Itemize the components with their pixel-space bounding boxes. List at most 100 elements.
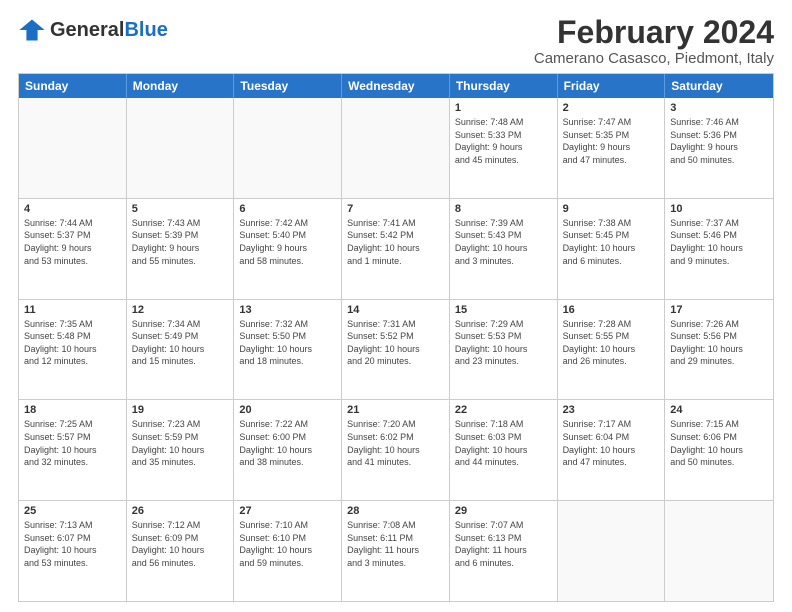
week-row: 4 Sunrise: 7:44 AMSunset: 5:37 PMDaylight… bbox=[19, 199, 773, 300]
day-number: 19 bbox=[132, 404, 229, 416]
day-cell: 9 Sunrise: 7:38 AMSunset: 5:45 PMDaylight… bbox=[558, 199, 666, 299]
day-cell: 15Sunrise: 7:29 AMSunset: 5:53 PMDayligh… bbox=[450, 300, 558, 400]
day-cell bbox=[234, 98, 342, 198]
day-info: Sunrise: 7:28 AMSunset: 5:55 PMDaylight:… bbox=[563, 318, 660, 368]
day-number: 28 bbox=[347, 505, 444, 517]
logo-text: GeneralBlue bbox=[50, 19, 168, 41]
day-cell: 20 Sunrise: 7:22 AMSunset: 6:00 PMDayligh… bbox=[234, 400, 342, 500]
day-info: Sunrise: 7:20 AMSunset: 6:02 PMDaylight:… bbox=[347, 418, 444, 468]
day-number: 14 bbox=[347, 304, 444, 316]
day-number: 21 bbox=[347, 404, 444, 416]
day-info: Sunrise: 7:31 AMSunset: 5:52 PMDaylight:… bbox=[347, 318, 444, 368]
day-cell: 26Sunrise: 7:12 AMSunset: 6:09 PMDayligh… bbox=[127, 501, 235, 601]
day-cell: 11 Sunrise: 7:35 AMSunset: 5:48 PMDayligh… bbox=[19, 300, 127, 400]
day-number: 17 bbox=[670, 304, 768, 316]
day-info: Sunrise: 7:23 AMSunset: 5:59 PMDaylight:… bbox=[132, 418, 229, 468]
day-cell: 21 Sunrise: 7:20 AMSunset: 6:02 PMDayligh… bbox=[342, 400, 450, 500]
calendar-body: 1Sunrise: 7:48 AMSunset: 5:33 PMDaylight… bbox=[19, 98, 773, 601]
day-number: 5 bbox=[132, 203, 229, 215]
day-cell bbox=[127, 98, 235, 198]
day-headers: SundayMondayTuesdayWednesdayThursdayFrid… bbox=[19, 74, 773, 98]
day-info: Sunrise: 7:38 AMSunset: 5:45 PMDaylight:… bbox=[563, 217, 660, 267]
day-cell bbox=[342, 98, 450, 198]
day-cell: 19 Sunrise: 7:23 AMSunset: 5:59 PMDayligh… bbox=[127, 400, 235, 500]
day-info: Sunrise: 7:43 AMSunset: 5:39 PMDaylight:… bbox=[132, 217, 229, 267]
day-number: 8 bbox=[455, 203, 552, 215]
day-number: 11 bbox=[24, 304, 121, 316]
day-number: 10 bbox=[670, 203, 768, 215]
day-header: Tuesday bbox=[234, 74, 342, 98]
day-header: Wednesday bbox=[342, 74, 450, 98]
day-cell: 7 Sunrise: 7:41 AMSunset: 5:42 PMDaylight… bbox=[342, 199, 450, 299]
day-cell: 29Sunrise: 7:07 AMSunset: 6:13 PMDayligh… bbox=[450, 501, 558, 601]
day-info: Sunrise: 7:07 AMSunset: 6:13 PMDaylight:… bbox=[455, 519, 552, 569]
header-row: GeneralBlue February 2024 Camerano Casas… bbox=[18, 16, 774, 67]
calendar: SundayMondayTuesdayWednesdayThursdayFrid… bbox=[18, 73, 774, 602]
day-number: 3 bbox=[670, 102, 768, 114]
day-header: Monday bbox=[127, 74, 235, 98]
day-cell: 6 Sunrise: 7:42 AMSunset: 5:40 PMDaylight… bbox=[234, 199, 342, 299]
day-number: 26 bbox=[132, 505, 229, 517]
day-header: Sunday bbox=[19, 74, 127, 98]
day-info: Sunrise: 7:17 AMSunset: 6:04 PMDaylight:… bbox=[563, 418, 660, 468]
day-header: Friday bbox=[558, 74, 666, 98]
day-info: Sunrise: 7:42 AMSunset: 5:40 PMDaylight:… bbox=[239, 217, 336, 267]
day-cell: 28Sunrise: 7:08 AMSunset: 6:11 PMDayligh… bbox=[342, 501, 450, 601]
day-number: 18 bbox=[24, 404, 121, 416]
day-info: Sunrise: 7:35 AMSunset: 5:48 PMDaylight:… bbox=[24, 318, 121, 368]
title-area: February 2024 Camerano Casasco, Piedmont… bbox=[534, 16, 774, 67]
day-info: Sunrise: 7:32 AMSunset: 5:50 PMDaylight:… bbox=[239, 318, 336, 368]
day-number: 27 bbox=[239, 505, 336, 517]
day-cell: 12 Sunrise: 7:34 AMSunset: 5:49 PMDayligh… bbox=[127, 300, 235, 400]
day-info: Sunrise: 7:15 AMSunset: 6:06 PMDaylight:… bbox=[670, 418, 768, 468]
week-row: 25Sunrise: 7:13 AMSunset: 6:07 PMDayligh… bbox=[19, 501, 773, 601]
day-cell bbox=[19, 98, 127, 198]
day-cell: 5 Sunrise: 7:43 AMSunset: 5:39 PMDaylight… bbox=[127, 199, 235, 299]
day-cell: 25Sunrise: 7:13 AMSunset: 6:07 PMDayligh… bbox=[19, 501, 127, 601]
day-number: 20 bbox=[239, 404, 336, 416]
day-number: 23 bbox=[563, 404, 660, 416]
day-number: 22 bbox=[455, 404, 552, 416]
day-cell: 8Sunrise: 7:39 AMSunset: 5:43 PMDaylight… bbox=[450, 199, 558, 299]
day-cell: 17 Sunrise: 7:26 AMSunset: 5:56 PMDayligh… bbox=[665, 300, 773, 400]
week-row: 1Sunrise: 7:48 AMSunset: 5:33 PMDaylight… bbox=[19, 98, 773, 199]
day-info: Sunrise: 7:37 AMSunset: 5:46 PMDaylight:… bbox=[670, 217, 768, 267]
day-info: Sunrise: 7:41 AMSunset: 5:42 PMDaylight:… bbox=[347, 217, 444, 267]
day-info: Sunrise: 7:10 AMSunset: 6:10 PMDaylight:… bbox=[239, 519, 336, 569]
logo-icon bbox=[18, 16, 46, 44]
day-number: 12 bbox=[132, 304, 229, 316]
day-cell: 14 Sunrise: 7:31 AMSunset: 5:52 PMDayligh… bbox=[342, 300, 450, 400]
day-header: Saturday bbox=[665, 74, 773, 98]
subtitle: Camerano Casasco, Piedmont, Italy bbox=[534, 50, 774, 67]
day-info: Sunrise: 7:18 AMSunset: 6:03 PMDaylight:… bbox=[455, 418, 552, 468]
day-cell: 3 Sunrise: 7:46 AMSunset: 5:36 PMDaylight… bbox=[665, 98, 773, 198]
day-number: 7 bbox=[347, 203, 444, 215]
page: GeneralBlue February 2024 Camerano Casas… bbox=[0, 0, 792, 612]
day-cell bbox=[558, 501, 666, 601]
day-number: 9 bbox=[563, 203, 660, 215]
week-row: 18 Sunrise: 7:25 AMSunset: 5:57 PMDayligh… bbox=[19, 400, 773, 501]
day-info: Sunrise: 7:25 AMSunset: 5:57 PMDaylight:… bbox=[24, 418, 121, 468]
day-cell: 13Sunrise: 7:32 AMSunset: 5:50 PMDayligh… bbox=[234, 300, 342, 400]
day-number: 4 bbox=[24, 203, 121, 215]
day-number: 24 bbox=[670, 404, 768, 416]
day-info: Sunrise: 7:34 AMSunset: 5:49 PMDaylight:… bbox=[132, 318, 229, 368]
day-info: Sunrise: 7:22 AMSunset: 6:00 PMDaylight:… bbox=[239, 418, 336, 468]
day-info: Sunrise: 7:26 AMSunset: 5:56 PMDaylight:… bbox=[670, 318, 768, 368]
day-info: Sunrise: 7:48 AMSunset: 5:33 PMDaylight:… bbox=[455, 116, 552, 166]
day-info: Sunrise: 7:46 AMSunset: 5:36 PMDaylight:… bbox=[670, 116, 768, 166]
day-cell bbox=[665, 501, 773, 601]
day-cell: 27 Sunrise: 7:10 AMSunset: 6:10 PMDayligh… bbox=[234, 501, 342, 601]
day-cell: 2 Sunrise: 7:47 AMSunset: 5:35 PMDaylight… bbox=[558, 98, 666, 198]
day-cell: 10 Sunrise: 7:37 AMSunset: 5:46 PMDayligh… bbox=[665, 199, 773, 299]
day-number: 2 bbox=[563, 102, 660, 114]
day-number: 6 bbox=[239, 203, 336, 215]
day-info: Sunrise: 7:47 AMSunset: 5:35 PMDaylight:… bbox=[563, 116, 660, 166]
day-info: Sunrise: 7:44 AMSunset: 5:37 PMDaylight:… bbox=[24, 217, 121, 267]
day-number: 25 bbox=[24, 505, 121, 517]
day-cell: 22 Sunrise: 7:18 AMSunset: 6:03 PMDayligh… bbox=[450, 400, 558, 500]
day-number: 15 bbox=[455, 304, 552, 316]
day-cell: 23 Sunrise: 7:17 AMSunset: 6:04 PMDayligh… bbox=[558, 400, 666, 500]
logo-area: GeneralBlue bbox=[18, 16, 168, 44]
day-cell: 18 Sunrise: 7:25 AMSunset: 5:57 PMDayligh… bbox=[19, 400, 127, 500]
